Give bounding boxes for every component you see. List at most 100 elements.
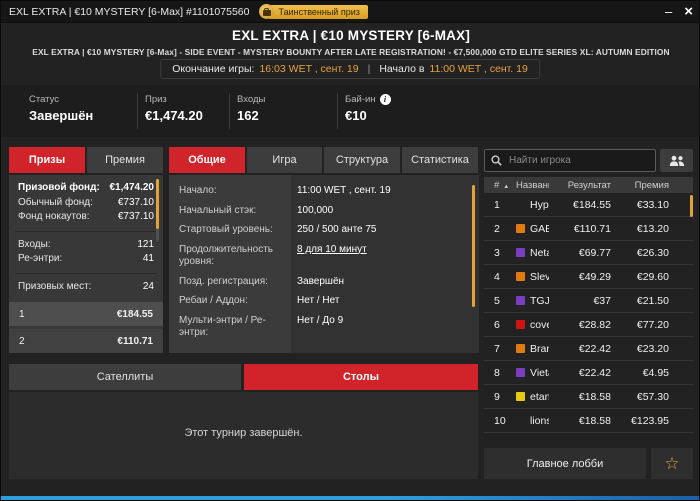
player-result: €110.71 bbox=[573, 222, 611, 235]
main-lobby-button[interactable]: Главное лобби bbox=[484, 448, 646, 479]
player-result: €184.55 bbox=[573, 198, 611, 211]
column-rank[interactable]: # ▲ bbox=[494, 180, 516, 191]
tab-tables[interactable]: Столы bbox=[244, 364, 478, 390]
general-scrollbar-thumb[interactable] bbox=[472, 185, 475, 307]
tab-game[interactable]: Игра bbox=[247, 147, 322, 173]
player-row[interactable]: 6 coveiroo €28.82 €77.20 bbox=[484, 313, 693, 337]
tab-statistics[interactable]: Статистика bbox=[402, 147, 478, 173]
panel-divider bbox=[15, 230, 157, 232]
info-icon[interactable]: i bbox=[379, 94, 391, 105]
players-scrollbar-thumb[interactable] bbox=[690, 195, 693, 217]
stats-strip: Статус Завершён Приз €1,474.20 Входы 162… bbox=[1, 85, 699, 137]
player-row[interactable]: 4 SlevaLo... €49.29 €29.60 bbox=[484, 265, 693, 289]
player-name: SlevaLo... bbox=[530, 270, 549, 283]
player-name: lionsilly19 bbox=[530, 414, 549, 427]
player-result: €28.82 bbox=[578, 318, 611, 331]
info-label: Начальный стэк: bbox=[179, 204, 257, 216]
player-premium: €29.60 bbox=[636, 270, 669, 283]
player-rank: 4 bbox=[494, 270, 500, 283]
prize-fund-value: €1,474.20 bbox=[109, 182, 155, 193]
status-value: Завершён bbox=[29, 108, 94, 123]
entries-value: 162 bbox=[237, 108, 259, 123]
player-name: GABRIE... bbox=[530, 222, 549, 235]
player-rank: 2 bbox=[494, 222, 500, 235]
payout-row[interactable]: 2 €110.71 bbox=[9, 329, 163, 353]
favorite-button[interactable]: ☆ bbox=[651, 448, 693, 479]
minimize-icon[interactable]: – bbox=[665, 5, 672, 18]
player-name-cell: lionsilly19 bbox=[516, 415, 549, 427]
friends-filter-button[interactable] bbox=[660, 149, 693, 172]
paid-places-label: Призовых мест: bbox=[18, 280, 92, 292]
level-duration-link[interactable]: 8 для 10 минут bbox=[291, 244, 367, 269]
window-controls: – × bbox=[665, 4, 693, 19]
player-row[interactable]: 8 VietaRe... €22.42 €4.95 bbox=[484, 361, 693, 385]
page-subtitle: EXL EXTRA | €10 MYSTERY [6-Max] - SIDE E… bbox=[32, 47, 670, 57]
player-row[interactable]: 7 Branda... €22.42 €23.20 bbox=[484, 337, 693, 361]
search-input[interactable] bbox=[507, 154, 641, 167]
player-name: coveiroo bbox=[530, 318, 549, 331]
bounty-color-square bbox=[516, 344, 525, 353]
player-rank: 1 bbox=[494, 198, 500, 211]
knockout-fund-label: Фонд нокаутов: bbox=[18, 211, 90, 222]
tab-satellites[interactable]: Сателлиты bbox=[9, 364, 241, 390]
general-info-panel: Начало: 11:00 WET , сент. 19 Начальный с… bbox=[169, 175, 479, 353]
info-value: 250 / 500 анте 75 bbox=[297, 224, 377, 235]
titlebar: EXL EXTRA | €10 MYSTERY [6-Max] #1101075… bbox=[1, 1, 699, 23]
player-row[interactable]: 3 Netasek... €69.77 €26.30 bbox=[484, 241, 693, 265]
search-icon bbox=[491, 155, 502, 166]
stats-divider bbox=[337, 93, 338, 129]
player-name-cell: Branda... bbox=[516, 343, 549, 355]
tab-premium[interactable]: Премия bbox=[87, 147, 163, 173]
prize-label: Приз bbox=[145, 94, 167, 105]
briefcase-icon-body bbox=[262, 9, 271, 16]
player-premium: €33.10 bbox=[636, 198, 669, 211]
schedule-separator: | bbox=[367, 63, 371, 75]
tab-structure[interactable]: Структура bbox=[324, 147, 400, 173]
column-result[interactable]: Результат bbox=[549, 180, 611, 191]
player-name-cell: SlevaLo... bbox=[516, 271, 549, 283]
player-rank: 6 bbox=[494, 318, 500, 331]
payout-row[interactable]: 1 €184.55 bbox=[9, 302, 163, 326]
tab-general[interactable]: Общие bbox=[169, 147, 245, 173]
column-name[interactable]: Название bbox=[516, 180, 549, 191]
player-search-box[interactable] bbox=[484, 149, 656, 172]
knockout-fund-value: €737.10 bbox=[117, 211, 154, 222]
regular-fund-row: Обычный фонд: €737.10 bbox=[9, 196, 163, 211]
player-result: €18.58 bbox=[578, 390, 611, 403]
player-premium: €23.20 bbox=[636, 342, 669, 355]
info-label: Стартовый уровень: bbox=[179, 224, 273, 235]
player-premium: €13.20 bbox=[636, 222, 669, 235]
prizes-scrollbar-thumb[interactable] bbox=[156, 179, 159, 229]
player-result: €49.29 bbox=[578, 270, 611, 283]
player-row[interactable]: 10 lionsilly19 €18.58 €123.95 bbox=[484, 409, 693, 433]
buyin-label-text: Бай-ин bbox=[345, 94, 376, 105]
entries-row: Входы: 121 bbox=[9, 238, 163, 253]
players-table-header[interactable]: #▲ Название Результат Премия bbox=[484, 177, 693, 193]
start-time-label: Начало в bbox=[379, 63, 425, 75]
info-label: Позд. регистрация: bbox=[179, 275, 268, 287]
info-row-rebuy-addon: Ребаи / Аддон: Нет / Нет bbox=[169, 295, 479, 308]
player-name: TGJS bbox=[530, 294, 549, 307]
mystery-prize-badge-label: Таинственный приз bbox=[268, 4, 368, 19]
bounty-color-square bbox=[516, 368, 525, 377]
close-icon[interactable]: × bbox=[684, 4, 693, 19]
column-premium[interactable]: Премия bbox=[611, 180, 669, 191]
buyin-value: €10 bbox=[345, 108, 367, 123]
page-title: EXL EXTRA | €10 MYSTERY [6-MAX] bbox=[231, 28, 471, 43]
player-row[interactable]: 2 GABRIE... €110.71 €13.20 bbox=[484, 217, 693, 241]
player-row[interactable]: 9 etanapaa €18.58 €57.30 bbox=[484, 385, 693, 409]
buyin-label: Бай-ин i bbox=[345, 94, 391, 105]
start-time-value: 11:00 WET , сент. 19 bbox=[429, 63, 528, 75]
stats-divider bbox=[229, 93, 230, 129]
player-row[interactable]: 1 HyperSabz... €184.55 €33.10 bbox=[484, 193, 693, 217]
tab-prizes[interactable]: Призы bbox=[9, 147, 85, 173]
players-table: 1 HyperSabz... €184.55 €33.10 2 GABRIE..… bbox=[484, 193, 693, 433]
info-label: Ребаи / Аддон: bbox=[179, 295, 248, 306]
status-label: Статус bbox=[29, 94, 60, 105]
payout-amount: €110.71 bbox=[117, 335, 153, 347]
player-row[interactable]: 5 TGJS €37 €21.50 bbox=[484, 289, 693, 313]
bounty-color-square bbox=[516, 248, 525, 257]
player-name: HyperSabz... bbox=[530, 198, 549, 211]
bounty-color-square bbox=[516, 416, 525, 425]
bounty-color-square bbox=[516, 272, 525, 281]
